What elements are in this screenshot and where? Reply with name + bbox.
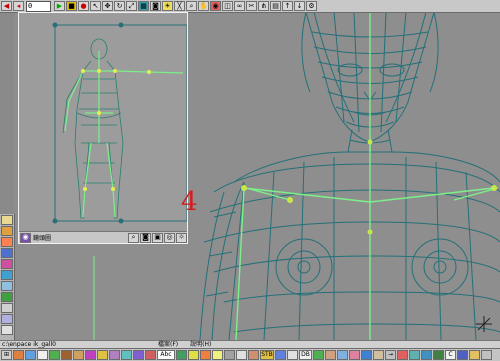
landscape-icon[interactable] [1, 270, 13, 280]
stb-button[interactable]: STB [260, 350, 274, 360]
camera-icon[interactable]: ◙ [140, 232, 151, 243]
step-back-icon[interactable]: ◂ [13, 1, 24, 11]
window-icon[interactable] [457, 350, 468, 360]
hierarchy-icon[interactable]: ⋔ [258, 1, 269, 11]
render-icon[interactable]: ◎ [164, 232, 175, 243]
drop-icon[interactable] [361, 350, 372, 360]
inset-footer: ◉ 鏡頭圖 ⌕ ◙ ▣ ◎ ☼ [19, 231, 187, 243]
cloud-icon[interactable] [1, 281, 13, 291]
target-icon[interactable] [397, 350, 408, 360]
bottom-toolbar: ⊞ Abc STB DB → C [0, 348, 500, 361]
wave-icon[interactable] [337, 350, 348, 360]
pencil-2-icon[interactable] [469, 350, 480, 360]
zoom-icon[interactable]: ⌕ [186, 1, 197, 11]
settings-icon[interactable]: ⚙ [306, 1, 317, 11]
sphere-icon[interactable] [145, 350, 156, 360]
db-button[interactable]: DB [299, 350, 312, 360]
sphere-icon[interactable] [1, 259, 13, 269]
viewport-number: 4 [181, 187, 198, 217]
mask-icon[interactable] [121, 350, 132, 360]
light-icon[interactable]: ☼ [176, 232, 187, 243]
move-icon[interactable]: ✥ [102, 1, 113, 11]
cross-icon[interactable] [1, 325, 13, 335]
zoom-icon[interactable]: ⌕ [128, 232, 139, 243]
bone-icon[interactable]: ╳ [174, 1, 185, 11]
gradient-icon[interactable] [97, 350, 108, 360]
star-icon[interactable] [200, 350, 211, 360]
scale-icon[interactable]: ⤢ [126, 1, 137, 11]
globe-icon[interactable] [421, 350, 432, 360]
flower-icon[interactable] [349, 350, 360, 360]
select-icon[interactable]: ↖ [90, 1, 101, 11]
grid-icon[interactable] [409, 350, 420, 360]
material-icon[interactable]: ◫ [222, 1, 233, 11]
x-icon[interactable] [287, 350, 298, 360]
wireframe-figure-small [52, 22, 188, 224]
camera-select-icon[interactable]: ◉ [20, 232, 31, 243]
key-icon[interactable]: ■ [66, 1, 77, 11]
left-toolbar [0, 214, 15, 340]
unlink-icon[interactable]: ✂ [246, 1, 257, 11]
menu-help[interactable]: 說明(H) [188, 341, 211, 348]
link-icon[interactable]: ∞ [234, 1, 245, 11]
fill-icon[interactable] [49, 350, 60, 360]
rotate-icon[interactable]: ↻ [114, 1, 125, 11]
frame-number-field[interactable]: 0 [26, 0, 51, 12]
camera-icon[interactable] [224, 350, 235, 360]
lasso-icon[interactable] [85, 350, 96, 360]
grid-icon[interactable]: ▦ [138, 1, 149, 11]
layer-icon[interactable] [1, 215, 13, 225]
tree-icon[interactable] [433, 350, 444, 360]
figure-icon[interactable] [325, 350, 336, 360]
arrow-icon[interactable]: → [385, 350, 396, 360]
eraser-icon[interactable] [37, 350, 48, 360]
film-icon[interactable]: ▣ [152, 232, 163, 243]
shape-icon[interactable] [73, 350, 84, 360]
inset-title: 鏡頭圖 [33, 235, 52, 242]
polygon-icon[interactable] [176, 350, 187, 360]
render-icon[interactable]: ◉ [210, 1, 221, 11]
paint-icon[interactable] [275, 350, 286, 360]
status-bar: c:\enpace ik_gall0 檔案(F) 說明(H) [0, 340, 500, 348]
arrow-down-icon[interactable]: ↓ [294, 1, 305, 11]
camera-icon[interactable]: ◙ [150, 1, 161, 11]
tree-icon[interactable] [1, 292, 13, 302]
cube-icon[interactable] [133, 350, 144, 360]
pan-icon[interactable]: ✋ [198, 1, 209, 11]
shell-icon[interactable] [373, 350, 384, 360]
rewind-icon[interactable]: ◀ [1, 1, 12, 11]
letter-c-icon[interactable]: C [445, 350, 456, 360]
axis-gizmo-icon [474, 314, 494, 336]
joint-icon[interactable] [1, 314, 13, 324]
mesh-icon[interactable]: ▤ [270, 1, 281, 11]
scissors-icon[interactable] [236, 350, 247, 360]
light-icon[interactable] [212, 350, 223, 360]
figure-icon[interactable] [1, 303, 13, 313]
speaker-icon[interactable] [481, 350, 492, 360]
blur-icon[interactable] [109, 350, 120, 360]
inset-viewport-4[interactable]: 4 ◉ 鏡頭圖 ⌕ ◙ ▣ ◎ ☼ [18, 12, 198, 244]
palette-icon[interactable] [1, 226, 13, 236]
plant-icon[interactable] [313, 350, 324, 360]
texture-icon[interactable] [1, 237, 13, 247]
arrow-up-icon[interactable]: ↑ [282, 1, 293, 11]
menu-file[interactable]: 檔案(F) [156, 341, 178, 348]
start-icon[interactable]: ⊞ [1, 350, 12, 360]
brush-2-icon[interactable] [61, 350, 72, 360]
stop-icon[interactable]: ● [78, 1, 89, 11]
pencil-icon[interactable] [25, 350, 36, 360]
text-tool-button[interactable]: Abc [157, 350, 175, 360]
cube-icon[interactable] [1, 248, 13, 258]
line-icon[interactable] [188, 350, 199, 360]
hand-icon[interactable] [248, 350, 259, 360]
brush-icon[interactable] [13, 350, 24, 360]
light-icon[interactable]: ☀ [162, 1, 173, 11]
status-path: c:\enpace ik_gall0 [2, 341, 56, 348]
play-forward-icon[interactable]: ▶ [54, 1, 65, 11]
